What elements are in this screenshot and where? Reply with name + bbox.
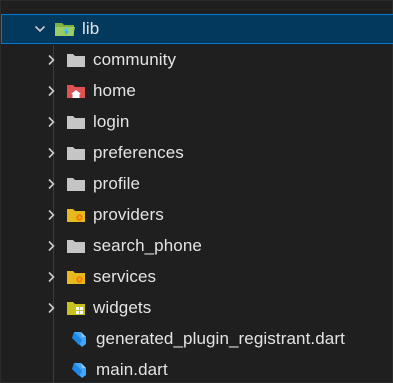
file-explorer-tree: lib community home login preferences pro… [0, 0, 393, 383]
tree-item-search-phone[interactable]: search_phone [1, 231, 393, 261]
tree-item-label: lib [82, 19, 100, 38]
tree-item-label: home [93, 81, 136, 100]
chevron-right-icon[interactable] [43, 300, 59, 316]
tree-item-profile[interactable]: profile [1, 169, 393, 199]
folder-open-green-icon [54, 20, 76, 38]
chevron-right-icon[interactable] [43, 176, 59, 192]
tree-item-login[interactable]: login [1, 107, 393, 137]
tree-item-label: login [93, 112, 130, 131]
tree-item-lib[interactable]: lib [1, 14, 393, 44]
tree-item-home[interactable]: home [1, 76, 393, 106]
tree-item-community[interactable]: community [1, 45, 393, 75]
tree-item-providers[interactable]: providers [1, 200, 393, 230]
tree-item-label: widgets [93, 298, 152, 317]
tree-item-label: profile [93, 174, 141, 193]
tree-item-label: preferences [93, 143, 184, 162]
folder-icon [65, 144, 87, 162]
folder-icon [65, 175, 87, 193]
chevron-right-icon[interactable] [43, 269, 59, 285]
dart-file-icon [68, 330, 90, 348]
folder-icon [65, 113, 87, 131]
chevron-right-icon[interactable] [43, 83, 59, 99]
chevron-right-icon[interactable] [43, 114, 59, 130]
tree-item-preferences[interactable]: preferences [1, 138, 393, 168]
chevron-right-icon[interactable] [43, 52, 59, 68]
tree-item-label: generated_plugin_registrant.dart [96, 329, 345, 348]
chevron-right-icon[interactable] [43, 238, 59, 254]
dart-file-icon [68, 361, 90, 379]
tree-item-label: providers [93, 205, 164, 224]
tree-item-main-dart[interactable]: main.dart [1, 355, 393, 383]
tree-item-services[interactable]: services [1, 262, 393, 292]
tree-item-label: services [93, 267, 157, 286]
folder-providers-icon [65, 206, 87, 224]
tree-item-label: main.dart [96, 360, 168, 379]
tree-item-widgets[interactable]: widgets [1, 293, 393, 323]
tree-item-generated-plugin-registrant[interactable]: generated_plugin_registrant.dart [1, 324, 393, 354]
folder-icon [65, 237, 87, 255]
chevron-down-icon[interactable] [32, 21, 48, 37]
folder-home-icon [65, 82, 87, 100]
folder-icon [65, 51, 87, 69]
tree-item-label: community [93, 50, 177, 69]
tree-item-label: search_phone [93, 236, 202, 255]
chevron-right-icon[interactable] [43, 145, 59, 161]
chevron-right-icon[interactable] [43, 207, 59, 223]
folder-widgets-icon [65, 299, 87, 317]
folder-services-icon [65, 268, 87, 286]
